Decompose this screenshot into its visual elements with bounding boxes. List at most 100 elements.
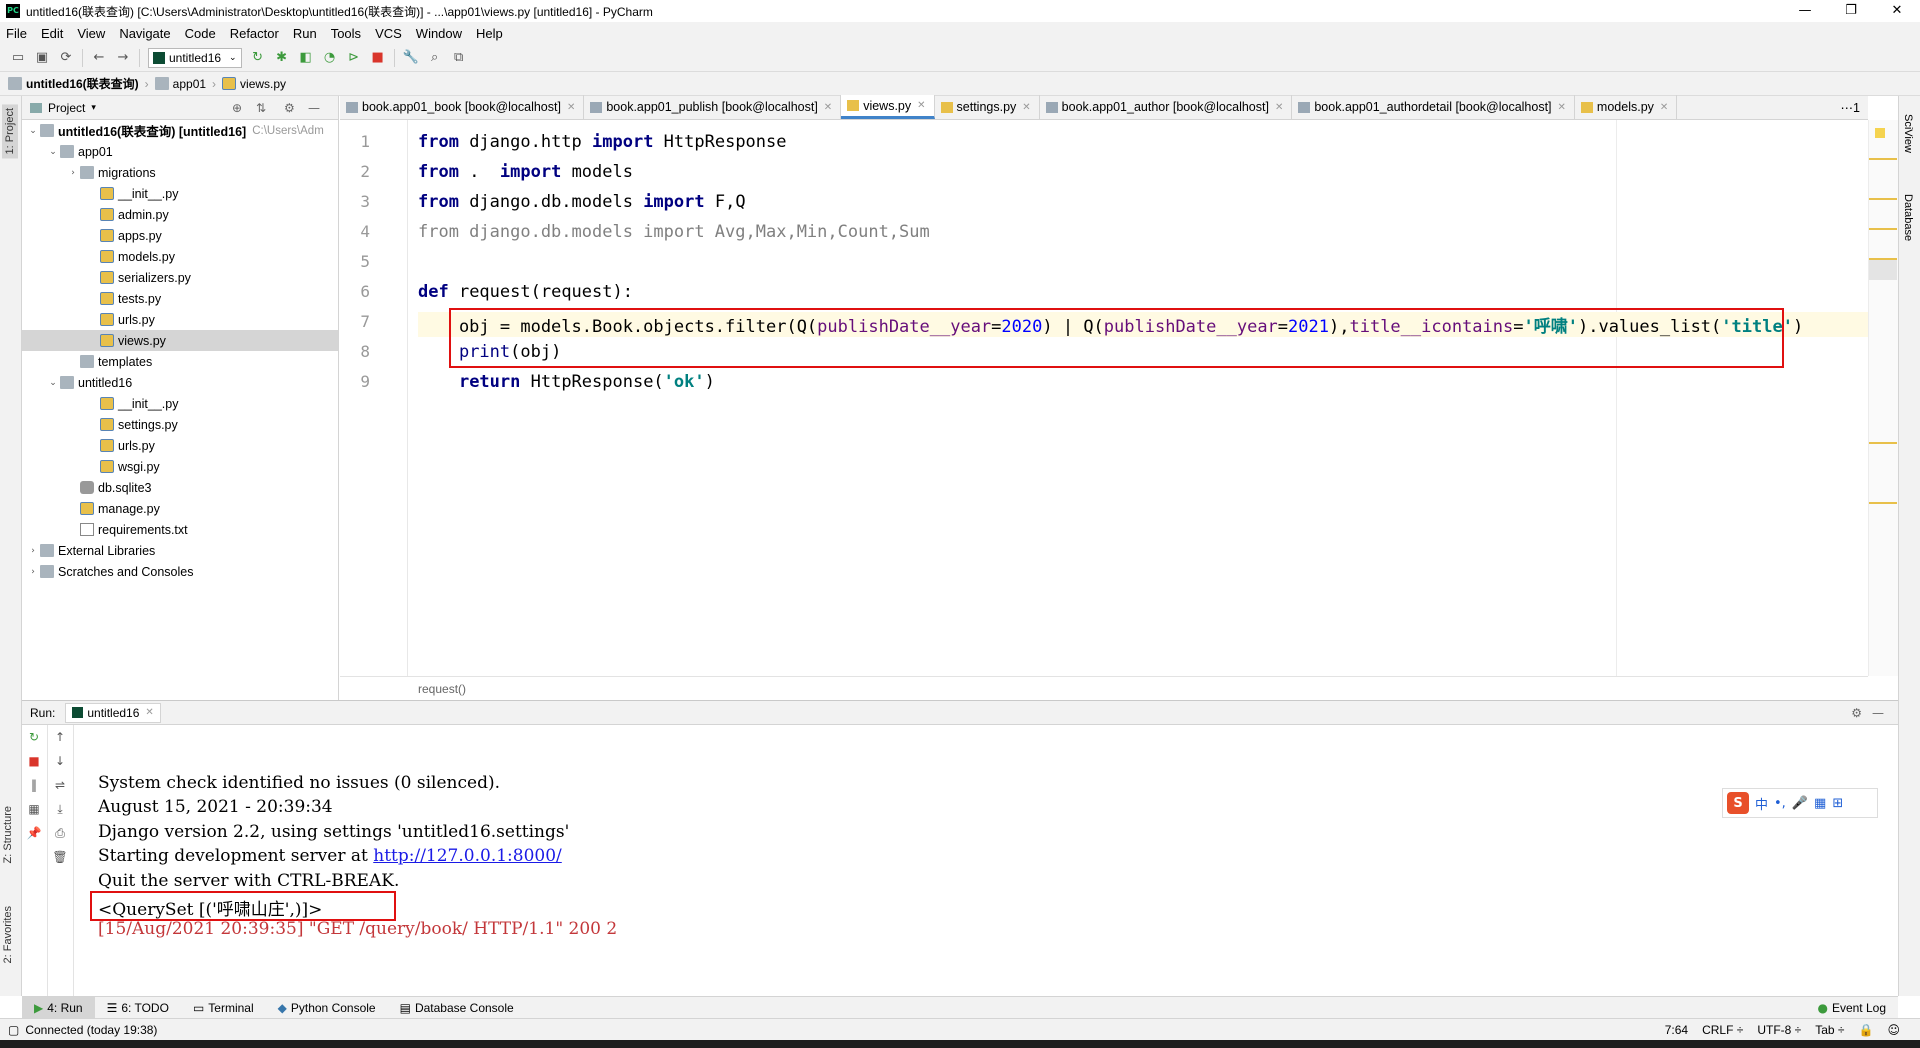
tree-item[interactable]: admin.py [22,204,338,225]
menu-edit[interactable]: Edit [41,26,63,41]
trash-icon[interactable]: 🗑 [48,845,72,869]
microphone-icon[interactable]: 🎤 [1792,796,1808,811]
tree-item[interactable]: __init__.py [22,393,338,414]
tree-item[interactable]: apps.py [22,225,338,246]
down-icon[interactable]: ↓ [48,749,72,773]
close-icon[interactable]: ✕ [567,102,575,113]
close-button[interactable]: ✕ [1874,0,1920,22]
line-separator[interactable]: CRLF ÷ [1702,1023,1743,1037]
settings-wrench-icon[interactable]: 🔧 [399,47,423,69]
breadcrumb-file[interactable]: views.py [222,77,286,91]
breadcrumb-folder[interactable]: app01 [154,77,206,91]
tree-item[interactable]: templates [22,351,338,372]
close-icon[interactable]: ✕ [1660,102,1668,113]
scroll-thumb[interactable] [1869,260,1897,280]
tree-item[interactable]: wsgi.py [22,456,338,477]
open-folder-icon[interactable]: ▭ [6,47,30,69]
chevron-down-icon[interactable]: ▾ [91,103,96,113]
tree-item[interactable]: › Scratches and Consoles [22,561,338,582]
menu-file[interactable]: File [6,26,27,41]
close-icon[interactable]: ✕ [1558,102,1566,113]
tree-item[interactable]: views.py [22,330,338,351]
tree-item[interactable]: requirements.txt [22,519,338,540]
tree-item[interactable]: models.py [22,246,338,267]
scroll-end-icon[interactable]: ⤓ [48,797,72,821]
tab-todo[interactable]: ☰ 6: TODO [95,997,181,1019]
save-all-icon[interactable]: ▣ [30,47,54,69]
lock-icon[interactable]: 🔒 [1859,1023,1874,1037]
keyboard-icon[interactable]: ▦ [1814,796,1826,811]
pin-icon[interactable]: 📌 [22,821,46,845]
database-tool-tab[interactable]: Database [1902,194,1914,241]
editor-scrollbar[interactable] [1868,120,1898,676]
chevron-right-icon[interactable]: › [26,567,40,577]
tree-item[interactable]: › External Libraries [22,540,338,561]
tree-item[interactable]: db.sqlite3 [22,477,338,498]
cursor-position[interactable]: 7:64 [1665,1023,1688,1037]
menu-help[interactable]: Help [476,26,503,41]
editor-tab[interactable]: models.py ✕ [1575,95,1678,119]
project-panel-title[interactable]: Project [48,101,85,115]
up-icon[interactable]: ↑ [48,725,72,749]
tree-item[interactable]: tests.py [22,288,338,309]
rerun-icon[interactable]: ↻ [246,47,270,69]
profile-icon[interactable]: ◔ [318,47,342,69]
hide-icon[interactable]: — [308,101,320,115]
tree-item[interactable]: __init__.py [22,183,338,204]
editor-tab[interactable]: book.app01_authordetail [book@localhost]… [1292,95,1575,119]
chevron-down-icon[interactable]: ⌄ [46,147,60,157]
tab-terminal[interactable]: ▭ Terminal [181,997,266,1019]
menu-navigate[interactable]: Navigate [119,26,170,41]
server-link[interactable]: http://127.0.0.1:8000/ [373,846,562,866]
soft-wrap-icon[interactable]: ⇌ [48,773,72,797]
ime-lang[interactable]: 中 [1755,794,1768,813]
inspector-icon[interactable]: ☺ [1887,1023,1900,1037]
stop-icon[interactable]: ■ [22,749,46,773]
ime-punct-icon[interactable]: •, [1774,796,1786,811]
forward-icon[interactable]: → [111,47,135,69]
menu-code[interactable]: Code [185,26,216,41]
tabs-overflow[interactable]: ⋯1 [1835,95,1868,119]
grid-icon[interactable]: ⊞ [1832,796,1843,811]
menu-tools[interactable]: Tools [331,26,361,41]
collapse-icon[interactable]: ⇅ [256,101,266,115]
tree-item[interactable]: manage.py [22,498,338,519]
layout-icon[interactable]: ▦ [22,797,46,821]
pause-icon[interactable]: ‖ [22,773,46,797]
indent-setting[interactable]: Tab ÷ [1815,1023,1844,1037]
event-log-button[interactable]: ● Event Log [1805,997,1898,1019]
tab-python-console[interactable]: ◆ Python Console [266,997,388,1019]
run-config-tab[interactable]: untitled16 ✕ [65,702,161,723]
gear-icon[interactable]: ⚙ [1851,706,1862,720]
rerun-icon[interactable]: ↻ [22,725,46,749]
menu-view[interactable]: View [77,26,105,41]
sync-icon[interactable]: ⟳ [54,47,78,69]
coverage-icon[interactable]: ◧ [294,47,318,69]
sciview-tool-tab[interactable]: SciView [1902,114,1914,153]
close-icon[interactable]: ✕ [1275,102,1283,113]
tree-item[interactable]: urls.py [22,309,338,330]
locate-icon[interactable]: ⊕ [232,101,242,115]
chevron-down-icon[interactable]: ⌄ [26,126,40,136]
tree-item[interactable]: ⌄ app01 [22,141,338,162]
debug-icon[interactable]: ✱ [270,47,294,69]
back-icon[interactable]: ← [87,47,111,69]
maximize-button[interactable]: ❐ [1828,0,1874,22]
gear-icon[interactable]: ⚙ [284,101,295,115]
editor-tab[interactable]: views.py ✕ [841,95,935,119]
tree-item[interactable]: ⌄ untitled16 [22,372,338,393]
stop-icon[interactable]: ■ [366,47,390,69]
chevron-right-icon[interactable]: › [66,168,80,178]
menu-refactor[interactable]: Refactor [230,26,279,41]
breadcrumb-project[interactable]: untitled16(联表查询) [8,75,139,92]
tree-item[interactable]: urls.py [22,435,338,456]
favorites-tool-tab[interactable]: 2: Favorites [2,906,14,963]
editor-tab[interactable]: settings.py ✕ [935,95,1040,119]
tab-run[interactable]: ▶ 4: Run [22,996,95,1019]
tab-database-console[interactable]: ▤ Database Console [388,997,526,1019]
editor-tab[interactable]: book.app01_author [book@localhost] ✕ [1040,95,1293,119]
close-icon[interactable]: ✕ [917,100,925,111]
function-breadcrumb[interactable]: request() [418,682,466,696]
tree-item[interactable]: ⌄ untitled16(联表查询) [untitled16] C:\Users\A… [22,120,338,141]
chevron-right-icon[interactable]: › [26,546,40,556]
